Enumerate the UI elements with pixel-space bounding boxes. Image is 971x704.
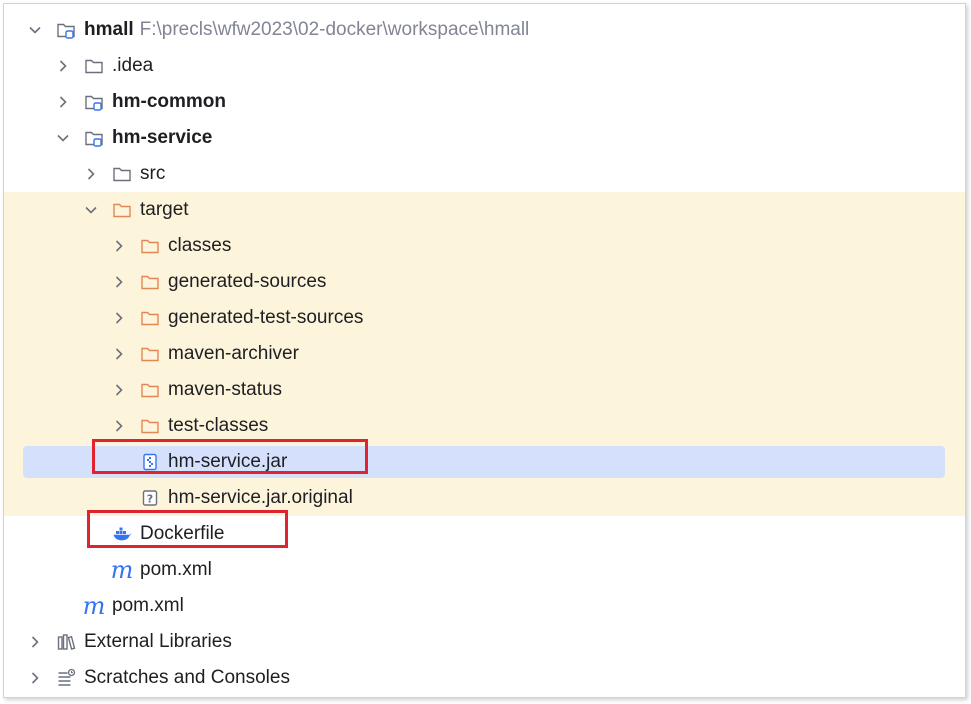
scratches-icon [56, 668, 76, 688]
tree-label-external-libraries: External Libraries [84, 631, 232, 652]
tree-label-maven-status: maven-status [168, 379, 283, 400]
tree-row-maven-status[interactable]: maven-status [4, 372, 965, 408]
excluded-folder-icon [140, 272, 160, 292]
tree-label-classes: classes [168, 235, 232, 256]
chevron-right-icon[interactable] [112, 311, 126, 325]
unknown-file-icon: ? [140, 488, 160, 508]
tree-label-hm-service: hm-service [112, 127, 213, 148]
tree-label-hm-common: hm-common [112, 91, 226, 112]
folder-icon [112, 164, 132, 184]
chevron-right-icon[interactable] [112, 419, 126, 433]
tree-row-classes[interactable]: classes [4, 228, 965, 264]
module-folder-icon [84, 128, 104, 148]
tree-label-hm-service-jar-original: hm-service.jar.original [168, 487, 353, 508]
library-icon [56, 632, 76, 652]
maven-icon: m [82, 592, 106, 620]
tree-row-maven-archiver[interactable]: maven-archiver [4, 336, 965, 372]
chevron-right-icon[interactable] [112, 383, 126, 397]
excluded-folder-icon [112, 200, 132, 220]
chevron-down-icon[interactable] [28, 23, 42, 37]
chevron-right-icon[interactable] [112, 275, 126, 289]
excluded-folder-icon [140, 380, 160, 400]
tree-row-idea[interactable]: .idea [4, 48, 965, 84]
tree-label-target: target [140, 199, 189, 220]
chevron-right-icon[interactable] [112, 347, 126, 361]
chevron-right-icon[interactable] [56, 59, 70, 73]
chevron-right-icon[interactable] [84, 167, 98, 181]
chevron-right-icon[interactable] [28, 671, 42, 685]
tree-row-src[interactable]: src [4, 156, 965, 192]
chevron-right-icon[interactable] [56, 95, 70, 109]
tree-label-generated-sources: generated-sources [168, 271, 327, 292]
project-tree-panel: hmall F:\precls\wfw2023\02-docker\workspa… [3, 3, 966, 698]
tree-label-test-classes: test-classes [168, 415, 269, 436]
tree-row-external-libraries[interactable]: External Libraries [4, 624, 965, 660]
svg-text:?: ? [147, 493, 153, 506]
highlight-box-jar [92, 439, 368, 474]
tree-row-scratches[interactable]: Scratches and Consoles [4, 660, 965, 696]
excluded-folder-icon [140, 416, 160, 436]
tree-row-hm-service[interactable]: hm-service [4, 120, 965, 156]
tree-label-service-pom: pom.xml [140, 559, 212, 580]
excluded-folder-icon [140, 308, 160, 328]
tree-row-hm-common[interactable]: hm-common [4, 84, 965, 120]
tree-row-target[interactable]: target [4, 192, 965, 228]
tree-label-root-pom: pom.xml [112, 595, 184, 616]
tree-row-root-pom[interactable]: m pom.xml [4, 588, 965, 624]
tree-label-scratches: Scratches and Consoles [84, 667, 290, 688]
tree-label-idea: .idea [112, 55, 154, 76]
maven-icon: m [110, 556, 134, 584]
tree-row-hmall[interactable]: hmall F:\precls\wfw2023\02-docker\workspa… [4, 12, 965, 48]
tree-label-maven-archiver: maven-archiver [168, 343, 299, 364]
excluded-folder-icon [140, 236, 160, 256]
chevron-right-icon[interactable] [28, 635, 42, 649]
chevron-right-icon[interactable] [112, 239, 126, 253]
tree-label-src: src [140, 163, 166, 184]
tree-row-generated-sources[interactable]: generated-sources [4, 264, 965, 300]
folder-icon [84, 56, 104, 76]
highlight-box-dockerfile [87, 510, 288, 548]
chevron-down-icon[interactable] [84, 203, 98, 217]
module-folder-icon [84, 92, 104, 112]
project-tree: hmall F:\precls\wfw2023\02-docker\workspa… [4, 12, 965, 696]
excluded-folder-icon [140, 344, 160, 364]
tree-row-generated-test-sources[interactable]: generated-test-sources [4, 300, 965, 336]
project-path: F:\precls\wfw2023\02-docker\workspace\hm… [139, 19, 530, 40]
module-folder-icon [56, 20, 76, 40]
chevron-down-icon[interactable] [56, 131, 70, 145]
tree-row-service-pom[interactable]: m pom.xml [4, 552, 965, 588]
tree-label-generated-test-sources: generated-test-sources [168, 307, 364, 328]
tree-label-hmall: hmall [84, 19, 134, 40]
